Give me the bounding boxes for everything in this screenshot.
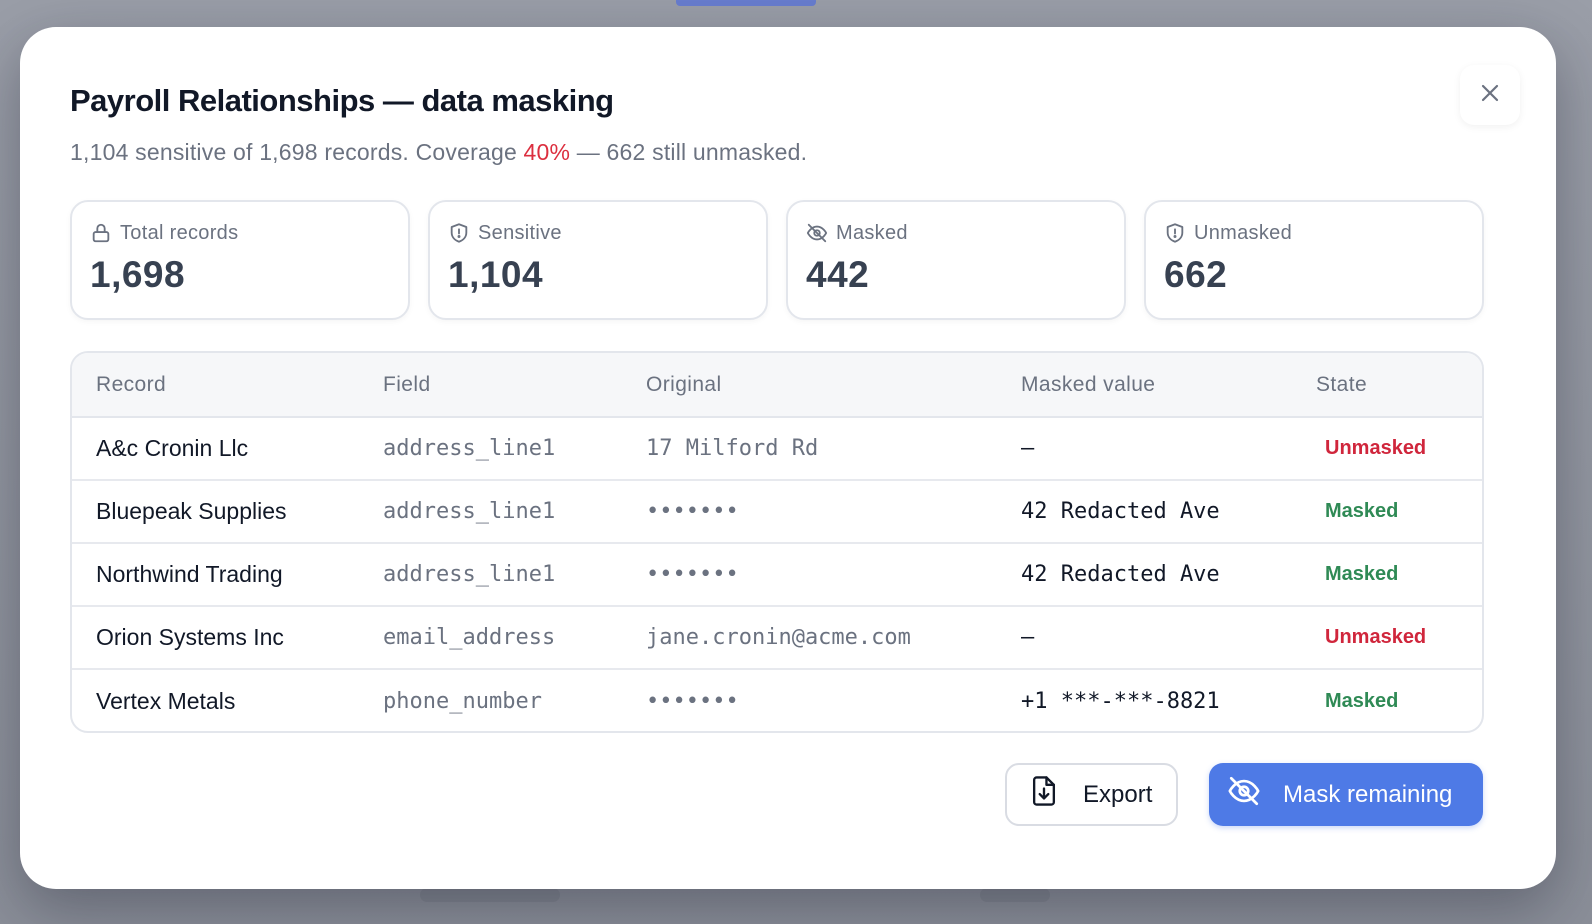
dialog-title: Payroll Relationships — data masking	[70, 83, 614, 118]
field-name: phone_number	[359, 668, 622, 731]
table-row[interactable]: Northwind Trading address_line1 ••••••• …	[72, 542, 1482, 606]
state-badge: Unmasked	[1325, 437, 1427, 459]
stat-value: 1,104	[448, 254, 544, 295]
mask-remaining-button[interactable]: Mask remaining	[1209, 763, 1483, 826]
table-row[interactable]: A&c Cronin Llc address_line1 17 Milford …	[72, 417, 1482, 480]
stat-card-masked: Masked 442	[786, 200, 1126, 320]
export-label: Export	[1083, 780, 1153, 808]
file-download-icon	[1029, 775, 1059, 814]
original-value: •••••••	[622, 542, 997, 606]
stats-row: Total records 1,698 Sensitive 1,104 Mask…	[70, 200, 1484, 320]
record-name: A&c Cronin Llc	[96, 435, 249, 461]
masked-value: 42 Redacted Ave	[997, 479, 1292, 543]
dialog-subtitle: 1,104 sensitive of 1,698 records. Covera…	[70, 139, 807, 166]
background-text	[420, 888, 560, 902]
export-button[interactable]: Export	[1005, 763, 1178, 826]
subtitle-summary: 1,104 sensitive of 1,698 records. Covera…	[70, 139, 524, 165]
stat-value: 1,698	[90, 254, 186, 295]
column-header-field[interactable]: Field	[359, 353, 622, 418]
record-name: Bluepeak Supplies	[72, 479, 359, 543]
table-header-row: Record Field Original Masked value State	[72, 353, 1482, 418]
state-badge: Unmasked	[1292, 605, 1482, 669]
original-value: 17 Milford Rd	[646, 436, 819, 461]
record-name: Northwind Trading	[72, 542, 359, 606]
original-value: •••••••	[622, 479, 997, 543]
masked-value: —	[997, 605, 1292, 669]
shield-alert-icon	[448, 222, 470, 244]
stat-card-sensitive: Sensitive 1,104	[428, 200, 768, 320]
table-row[interactable]: Bluepeak Supplies address_line1 ••••••• …	[72, 479, 1482, 543]
close-icon	[1478, 81, 1502, 110]
field-name: email_address	[359, 605, 622, 669]
column-header-original[interactable]: Original	[622, 353, 997, 418]
masked-value: —	[1021, 436, 1035, 461]
stat-card-unmasked: Unmasked 662	[1144, 200, 1484, 320]
original-value: •••••••	[622, 668, 997, 731]
stat-label: Total records	[120, 221, 239, 244]
stat-label: Masked	[836, 221, 908, 244]
table-row[interactable]: Orion Systems Inc email_address jane.cro…	[72, 605, 1482, 669]
mask-remaining-label: Mask remaining	[1283, 780, 1453, 808]
eye-off-icon	[806, 222, 828, 244]
state-badge: Masked	[1292, 668, 1482, 731]
stat-label: Unmasked	[1194, 221, 1292, 244]
column-header-record[interactable]: Record	[72, 353, 359, 418]
background-tab-indicator	[676, 0, 816, 6]
original-value: jane.cronin@acme.com	[622, 605, 997, 669]
stat-value: 442	[806, 254, 870, 295]
stat-card-total-records: Total records 1,698	[70, 200, 410, 320]
stat-value: 662	[1164, 254, 1228, 295]
close-button[interactable]	[1460, 65, 1520, 125]
table-row[interactable]: Vertex Metals phone_number ••••••• +1 **…	[72, 668, 1482, 731]
column-header-state[interactable]: State	[1292, 353, 1482, 418]
masked-value: +1 ***-***-8821	[997, 668, 1292, 731]
field-name: address_line1	[359, 479, 622, 543]
eye-off-icon	[1227, 774, 1261, 815]
records-table: Record Field Original Masked value State…	[70, 351, 1484, 733]
state-badge: Masked	[1292, 479, 1482, 543]
background-text	[980, 888, 1050, 902]
subtitle-remaining: — 662 still unmasked.	[570, 139, 808, 165]
column-header-masked-value[interactable]: Masked value	[997, 353, 1292, 418]
shield-alert-icon	[1164, 222, 1186, 244]
coverage-percent: 40%	[523, 139, 571, 165]
record-name: Orion Systems Inc	[72, 605, 359, 669]
stat-label: Sensitive	[478, 221, 562, 244]
state-badge: Masked	[1292, 542, 1482, 606]
record-name: Vertex Metals	[72, 668, 359, 731]
field-name: address_line1	[359, 542, 622, 606]
masked-value: 42 Redacted Ave	[997, 542, 1292, 606]
data-masking-dialog: Payroll Relationships — data masking 1,1…	[20, 27, 1556, 889]
lock-icon	[90, 222, 112, 244]
field-name: address_line1	[383, 436, 556, 461]
